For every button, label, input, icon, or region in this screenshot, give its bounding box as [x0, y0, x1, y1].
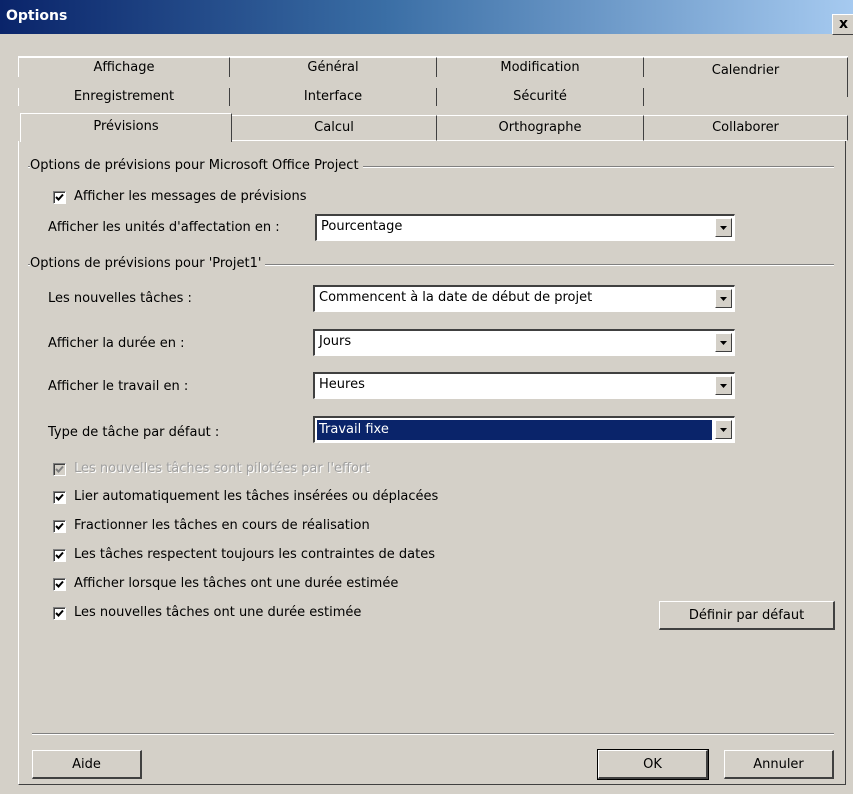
constraints-checkbox[interactable]	[53, 549, 66, 562]
units-dropdown-button[interactable]	[715, 218, 732, 237]
tab-general[interactable]: Général	[230, 57, 437, 77]
tab-interface[interactable]: Interface	[230, 88, 437, 106]
tab-calcul[interactable]: Calcul	[232, 115, 437, 141]
options-dialog: Options x Affichage Général Modification…	[0, 0, 853, 794]
checkmark-icon	[55, 551, 64, 559]
duration-select[interactable]: Jours	[313, 329, 735, 356]
units-label: Afficher les unités d'affectation en :	[48, 220, 280, 235]
tab-previsions[interactable]: Prévisions	[20, 113, 232, 142]
units-value: Pourcentage	[321, 219, 403, 234]
autolink-checkbox[interactable]	[53, 491, 66, 504]
split-tasks-checkbox[interactable]	[53, 520, 66, 533]
duration-label: Afficher la durée en :	[48, 336, 185, 351]
show-messages-label[interactable]: Afficher les messages de prévisions	[74, 189, 307, 204]
chevron-down-icon	[720, 384, 727, 388]
constraints-label[interactable]: Les tâches respectent toujours les contr…	[74, 547, 435, 562]
checkmark-icon	[55, 609, 64, 617]
show-estimated-checkbox[interactable]	[53, 578, 66, 591]
autolink-label[interactable]: Lier automatiquement les tâches insérées…	[74, 489, 438, 504]
tab-collaborer[interactable]: Collaborer	[644, 115, 848, 141]
tab-row1-edge	[18, 56, 848, 57]
new-tasks-dropdown-button[interactable]	[715, 289, 732, 308]
chevron-down-icon	[720, 428, 727, 432]
units-select[interactable]: Pourcentage	[315, 214, 735, 241]
new-tasks-value: Commencent à la date de début de projet	[319, 290, 593, 305]
ok-button[interactable]: OK	[597, 749, 709, 780]
group2-title: Options de prévisions pour 'Projet1'	[30, 256, 266, 271]
chevron-down-icon	[720, 297, 727, 301]
tab-enregistrement[interactable]: Enregistrement	[18, 88, 230, 106]
effort-driven-label: Les nouvelles tâches sont pilotées par l…	[74, 461, 370, 476]
close-icon: x	[838, 16, 849, 32]
new-estimated-checkbox[interactable]	[53, 607, 66, 620]
chevron-down-icon	[720, 341, 727, 345]
group1-title: Options de prévisions pour Microsoft Off…	[30, 158, 363, 173]
window-title: Options	[6, 8, 68, 24]
task-type-dropdown-button[interactable]	[715, 420, 732, 439]
tab-affichage[interactable]: Affichage	[18, 57, 230, 77]
chevron-down-icon	[720, 226, 727, 230]
set-default-button[interactable]: Définir par défaut	[659, 601, 835, 630]
footer-divider	[32, 733, 834, 735]
cancel-button[interactable]: Annuler	[724, 750, 834, 779]
split-tasks-label[interactable]: Fractionner les tâches en cours de réali…	[74, 518, 370, 533]
duration-value: Jours	[319, 334, 352, 349]
title-bar[interactable]: Options x	[0, 0, 853, 35]
new-estimated-label[interactable]: Les nouvelles tâches ont une durée estim…	[74, 605, 361, 620]
new-tasks-label: Les nouvelles tâches :	[48, 291, 192, 306]
new-tasks-select[interactable]: Commencent à la date de début de projet	[313, 285, 735, 312]
tab-calendrier[interactable]: Calendrier	[644, 57, 848, 97]
duration-dropdown-button[interactable]	[715, 333, 732, 352]
task-type-select[interactable]: Travail fixe	[313, 416, 735, 443]
checkmark-icon	[55, 493, 64, 501]
tab-orthographe[interactable]: Orthographe	[437, 115, 644, 141]
tab-securite[interactable]: Sécurité	[437, 88, 644, 106]
checkmark-icon	[55, 522, 64, 530]
show-estimated-label[interactable]: Afficher lorsque les tâches ont une duré…	[74, 576, 398, 591]
show-messages-checkbox[interactable]	[53, 191, 66, 204]
checkmark-icon	[55, 580, 64, 588]
task-type-label: Type de tâche par défaut :	[48, 425, 220, 440]
work-dropdown-button[interactable]	[715, 376, 732, 395]
work-label: Afficher le travail en :	[48, 379, 189, 394]
task-type-value: Travail fixe	[317, 420, 712, 440]
close-button[interactable]: x	[832, 14, 853, 35]
checkmark-icon	[55, 193, 64, 201]
help-button[interactable]: Aide	[32, 750, 142, 779]
tab-modification[interactable]: Modification	[437, 57, 644, 77]
work-select[interactable]: Heures	[313, 372, 735, 399]
effort-driven-checkbox	[53, 463, 66, 476]
checkmark-icon	[55, 465, 64, 473]
work-value: Heures	[319, 377, 365, 392]
